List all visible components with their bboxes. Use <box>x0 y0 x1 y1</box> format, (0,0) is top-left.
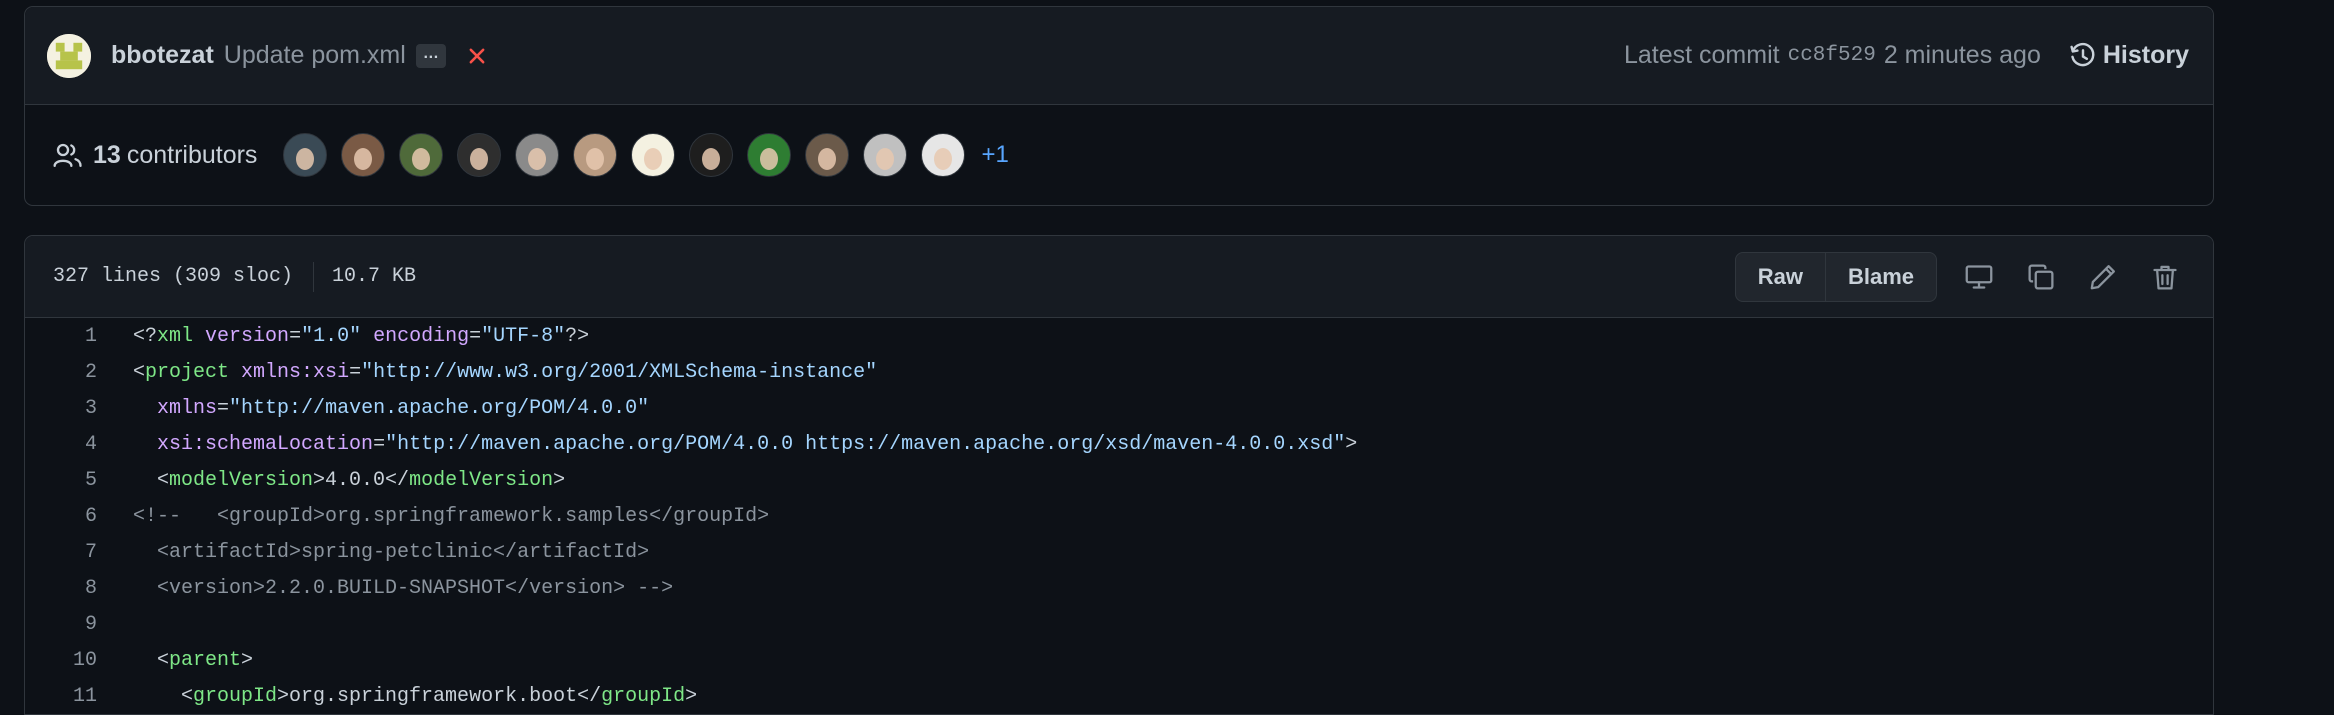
code-line: 3 xmlns="http://maven.apache.org/POM/4.0… <box>25 390 2213 426</box>
more-contributors-link[interactable]: +1 <box>981 141 1008 169</box>
line-number[interactable]: 6 <box>25 505 97 528</box>
commit-box: bbotezat Update pom.xml … Latest commit … <box>24 6 2214 206</box>
contributor-avatar[interactable] <box>283 133 328 177</box>
delete-button[interactable] <box>2145 257 2185 297</box>
code-line: 7 <artifactId>spring-petclinic</artifact… <box>25 534 2213 570</box>
line-number[interactable]: 7 <box>25 541 97 564</box>
line-content: <parent> <box>133 648 254 672</box>
code-line: 6 <!-- <groupId>org.springframework.samp… <box>25 498 2213 534</box>
line-number[interactable]: 10 <box>25 649 97 672</box>
contributor-avatar[interactable] <box>921 133 966 177</box>
line-number[interactable]: 9 <box>25 613 97 636</box>
contributors-label: contributors <box>126 140 258 169</box>
contributor-avatar[interactable] <box>573 133 618 177</box>
file-lines-info: 327 lines (309 sloc) <box>53 265 294 288</box>
latest-commit-bar: bbotezat Update pom.xml … Latest commit … <box>25 7 2213 105</box>
latest-commit-label: Latest commit <box>1623 41 1780 69</box>
line-number[interactable]: 4 <box>25 433 97 456</box>
line-number[interactable]: 11 <box>25 685 97 708</box>
line-number[interactable]: 5 <box>25 469 97 492</box>
line-content: <?xml version="1.0" encoding="UTF-8"?> <box>133 324 590 348</box>
history-link[interactable]: History <box>2069 41 2189 70</box>
raw-button[interactable]: Raw <box>1736 253 1825 301</box>
contributor-avatar[interactable] <box>689 133 734 177</box>
code-line: 8 <version>2.2.0.BUILD-SNAPSHOT</version… <box>25 570 2213 606</box>
commit-author-link[interactable]: bbotezat <box>111 41 214 70</box>
pencil-icon <box>2090 264 2115 289</box>
commit-sha-link[interactable]: cc8f529 <box>1788 44 1876 67</box>
code-line: 2 <project xmlns:xsi="http://www.w3.org/… <box>25 354 2213 390</box>
file-viewer: 327 lines (309 sloc) 10.7 KB Raw Blame 1… <box>24 235 2214 715</box>
line-content: <groupId>org.springframework.boot</group… <box>133 684 698 708</box>
code-line: 5 <modelVersion>4.0.0</modelVersion> <box>25 462 2213 498</box>
edit-button[interactable] <box>2083 257 2123 297</box>
line-content: <modelVersion>4.0.0</modelVersion> <box>133 468 566 492</box>
blame-button[interactable]: Blame <box>1824 252 1936 301</box>
desktop-icon <box>1965 264 1993 289</box>
copy-icon <box>2028 263 2054 290</box>
contributor-avatar[interactable] <box>515 133 560 177</box>
line-content: xsi:schemaLocation="http://maven.apache.… <box>157 432 1358 456</box>
line-content: <project xmlns:xsi="http://www.w3.org/20… <box>133 360 878 384</box>
copy-button[interactable] <box>2021 257 2061 297</box>
history-icon <box>2070 42 2095 66</box>
code-line: 9 <box>25 606 2213 642</box>
contributor-avatar[interactable] <box>399 133 444 177</box>
identicon-icon <box>47 33 91 78</box>
trash-icon <box>2153 265 2177 290</box>
author-avatar[interactable] <box>47 33 91 78</box>
contributor-avatar[interactable] <box>747 133 792 177</box>
code-line: 11 <groupId>org.springframework.boot</gr… <box>25 678 2213 714</box>
commit-message-link[interactable]: Update pom.xml <box>224 41 406 70</box>
code-line: 1 <?xml version="1.0" encoding="UTF-8"?> <box>25 318 2213 354</box>
people-icon <box>53 143 82 167</box>
line-number[interactable]: 3 <box>25 397 97 420</box>
contributor-avatar[interactable] <box>863 133 908 177</box>
line-content: <artifactId>spring-petclinic</artifactId… <box>133 540 650 564</box>
contributors-count: 13 <box>93 140 121 169</box>
header-divider <box>313 261 315 292</box>
contributor-avatar[interactable] <box>341 133 386 177</box>
line-number[interactable]: 2 <box>25 361 97 384</box>
contributors-link[interactable]: 13 contributors <box>53 141 257 170</box>
contributor-avatar[interactable] <box>631 133 676 177</box>
contributors-bar: 13 contributors +1 <box>25 105 2213 205</box>
contributor-avatar[interactable] <box>805 133 850 177</box>
history-label: History <box>2102 41 2189 69</box>
line-number[interactable]: 8 <box>25 577 97 600</box>
line-content: <!-- <groupId>org.springframework.sample… <box>133 504 770 528</box>
code-view: 1 <?xml version="1.0" encoding="UTF-8"?>… <box>25 318 2213 714</box>
expand-commit-message-button[interactable]: … <box>415 43 446 68</box>
line-number[interactable]: 1 <box>25 325 97 348</box>
line-content: <version>2.2.0.BUILD-SNAPSHOT</version> … <box>133 576 674 600</box>
contributor-avatars: +1 <box>283 133 1009 177</box>
file-header: 327 lines (309 sloc) 10.7 KB Raw Blame <box>25 236 2213 318</box>
raw-blame-group: Raw Blame <box>1734 251 1937 302</box>
desktop-button[interactable] <box>1959 257 1999 297</box>
line-content: xmlns="http://maven.apache.org/POM/4.0.0… <box>157 396 650 420</box>
code-line: 4 xsi:schemaLocation="http://maven.apach… <box>25 426 2213 462</box>
check-failed-icon[interactable] <box>466 45 488 67</box>
file-size: 10.7 KB <box>332 265 417 288</box>
commit-time: 2 minutes ago <box>1883 41 2041 69</box>
code-line: 10 <parent> <box>25 642 2213 678</box>
contributor-avatar[interactable] <box>457 133 502 177</box>
